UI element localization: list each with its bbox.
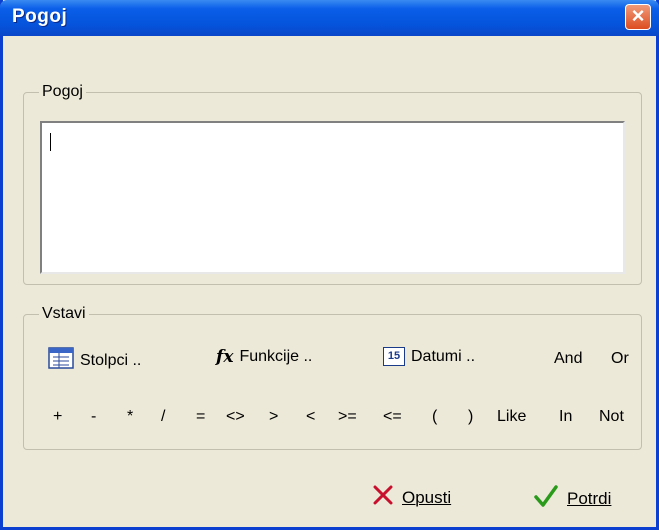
op-greater-button[interactable]: > (269, 408, 278, 426)
op-equals-button[interactable]: = (196, 408, 205, 426)
op-greater-equal-button[interactable]: >= (338, 408, 357, 426)
close-button[interactable]: × (625, 4, 651, 30)
op-not-equal-button[interactable]: <> (226, 408, 245, 426)
calendar-icon: 15 (383, 347, 405, 366)
and-label: And (554, 350, 583, 367)
close-icon: × (631, 3, 645, 28)
dialog-window: Pogoj × Pogoj Vstavi Stolpci .. fx Funkc… (0, 0, 659, 530)
dates-button[interactable]: 15 Datumi .. (383, 347, 475, 366)
or-button[interactable]: Or (611, 350, 629, 368)
condition-input[interactable] (40, 121, 625, 274)
or-label: Or (611, 350, 629, 367)
functions-label: Funkcije .. (239, 348, 313, 365)
confirm-label: Potrdi (567, 488, 612, 508)
op-close-paren-button[interactable]: ) (468, 408, 473, 426)
table-icon (48, 347, 74, 374)
condition-group: Pogoj (23, 83, 642, 285)
op-less-equal-button[interactable]: <= (383, 408, 402, 426)
title-bar[interactable]: Pogoj × (0, 0, 659, 36)
cancel-label: Opusti (402, 487, 452, 507)
op-plus-button[interactable]: + (53, 408, 62, 426)
op-not-button[interactable]: Not (599, 408, 624, 426)
op-open-paren-button[interactable]: ( (432, 408, 437, 426)
confirm-button[interactable]: Potrdi (533, 484, 611, 513)
x-icon (372, 484, 394, 511)
window-title: Pogoj (12, 6, 68, 27)
columns-button[interactable]: Stolpci .. (48, 347, 141, 374)
op-less-button[interactable]: < (306, 408, 315, 426)
functions-button[interactable]: fx Funkcije .. (216, 347, 312, 367)
op-minus-button[interactable]: - (91, 408, 96, 426)
insert-legend: Vstavi (42, 305, 86, 322)
dates-label: Datumi .. (411, 347, 476, 365)
cancel-button[interactable]: Opusti (372, 484, 451, 511)
op-in-button[interactable]: In (559, 408, 572, 426)
condition-legend: Pogoj (42, 83, 83, 100)
and-button[interactable]: And (554, 350, 582, 368)
check-icon (533, 484, 559, 513)
fx-icon: fx (216, 347, 234, 367)
insert-group: Vstavi (23, 305, 642, 450)
op-multiply-button[interactable]: * (127, 408, 133, 426)
op-divide-button[interactable]: / (161, 408, 165, 426)
calendar-day: 15 (387, 350, 401, 362)
op-like-button[interactable]: Like (497, 408, 526, 426)
columns-label: Stolpci .. (80, 351, 142, 369)
text-caret (50, 133, 51, 151)
